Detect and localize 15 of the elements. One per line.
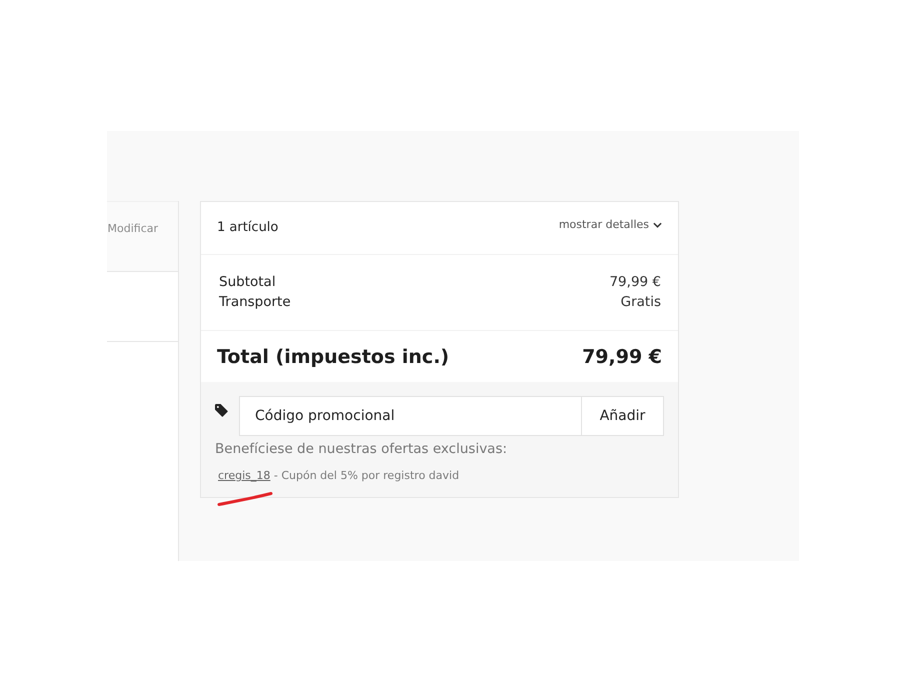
summary-value: Gratis	[620, 293, 661, 312]
summary-value: 79,99 €	[609, 273, 661, 292]
tag-icon	[215, 404, 228, 417]
summary-label: Subtotal	[219, 273, 276, 292]
details-toggle[interactable]: mostrar detalles	[558, 218, 662, 232]
add-button[interactable]: Añadir	[581, 396, 664, 436]
coupon-offer: cregis_18 - Cupón del 5% por registro david	[218, 468, 460, 484]
total-value: 79,99 €	[582, 346, 662, 368]
offers-intro: Benefíciese de nuestras ofertas exclusivas:	[215, 440, 508, 458]
underline-stroke	[217, 491, 273, 507]
summary-label: Transporte	[219, 293, 291, 312]
promo-code-field[interactable]: Código promocional	[239, 396, 581, 436]
coupon-code-link[interactable]: cregis_18	[218, 469, 270, 482]
total-label: Total (impuestos inc.)	[217, 346, 450, 368]
item-count: 1 artículo	[217, 220, 278, 236]
